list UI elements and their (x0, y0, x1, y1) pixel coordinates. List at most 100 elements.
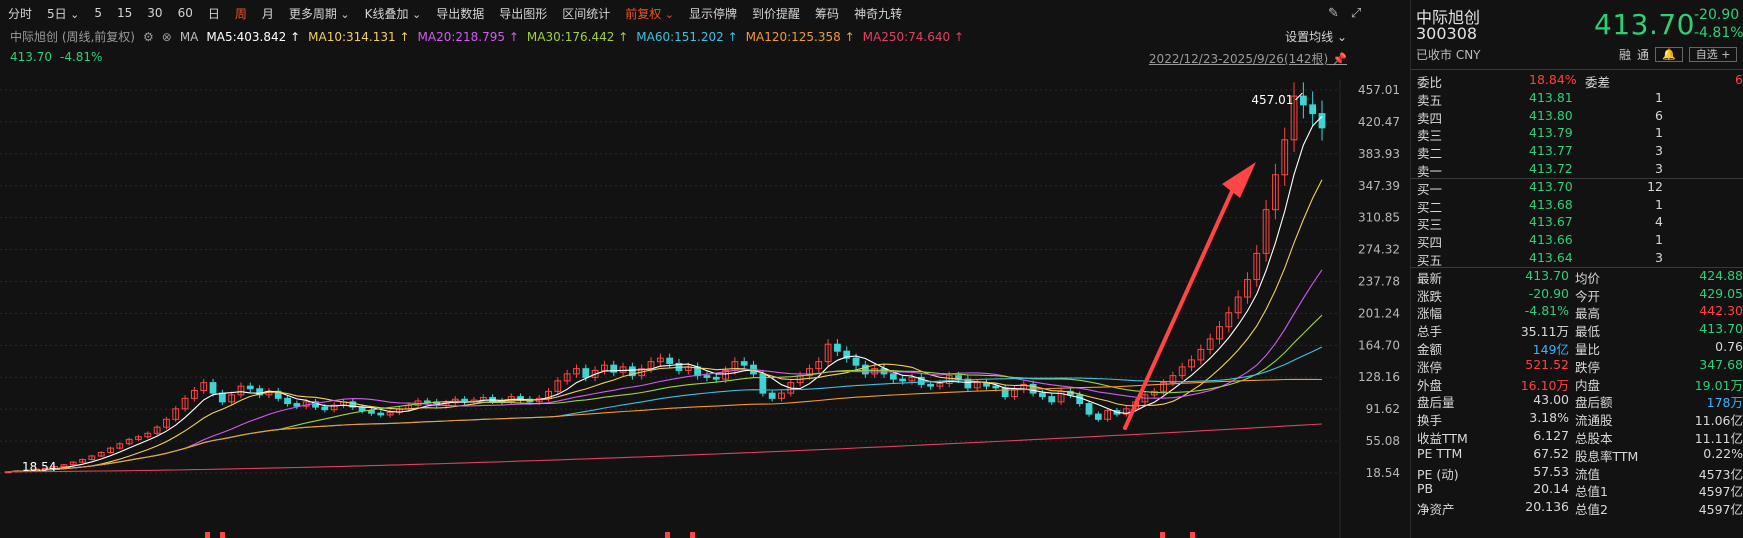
toolbar-item-9[interactable]: 更多周期 (289, 5, 350, 22)
candle-body-67 (628, 366, 636, 377)
stat-row: 收益TTM 6.127 总股本 11.11亿 (1417, 428, 1743, 446)
fullscreen-icon[interactable]: ⤢ (1351, 6, 1361, 21)
candle-body-93 (871, 368, 879, 375)
ask-label: 卖二 (1417, 146, 1443, 162)
date-range[interactable]: 2022/12/23-2025/9/26(142根) 📌 (1149, 50, 1347, 67)
candle-body-36 (340, 401, 347, 406)
chart-title: 中际旭创 (周线,前复权) (10, 30, 135, 44)
candle-body-91 (852, 357, 860, 366)
candle-body-38 (358, 406, 366, 412)
y-tick-9: 128.16 (1358, 370, 1400, 384)
candle-body-94 (880, 368, 888, 375)
date-range-label: 2022/12/23-2025/9/26(142根) (1148, 52, 1329, 66)
candle-body-75 (703, 375, 711, 378)
candle-body-20 (190, 389, 198, 399)
toolbar-item-12[interactable]: 导出图形 (499, 5, 547, 22)
bell-icon[interactable]: 🔔 (1655, 47, 1683, 62)
stat-row: 总手 35.11万 最低 413.70 (1417, 321, 1743, 339)
kline-chart[interactable]: 457.01 420.47 383.93 347.39 310.85 274.32 237.… (0, 0, 1410, 538)
candle-body-59 (554, 380, 562, 392)
set-ma-button[interactable]: 设置均线 ⌄ (1285, 28, 1347, 45)
candle-body-141 (1318, 113, 1326, 129)
candle-body-129 (1206, 338, 1214, 350)
candle-body-65 (610, 364, 618, 373)
candle-body-113 (1057, 390, 1065, 403)
set-ma-label: 设置均线 (1285, 30, 1334, 44)
pen-icon[interactable]: ✎ (1328, 6, 1339, 21)
toolbar-item-17[interactable]: 筹码 (815, 5, 839, 22)
stat-label: 均价 (1575, 270, 1601, 286)
candle-body-31 (293, 403, 301, 407)
stat-value: 4573亿 (1698, 466, 1743, 482)
candle-body-37 (349, 401, 357, 408)
stat-value: 4597亿 (1698, 502, 1743, 518)
candle-body-22 (209, 382, 217, 394)
toolbar-item-8[interactable]: 月 (262, 5, 274, 22)
candle-body-21 (200, 382, 208, 391)
candle-body-58 (545, 390, 552, 399)
candle-body-71 (666, 357, 674, 364)
event-marker-0 (205, 532, 210, 538)
candle-body-5 (51, 465, 58, 469)
toolbar-item-1[interactable]: 5日 (47, 5, 79, 22)
pin-icon[interactable]: 📌 (1332, 52, 1347, 66)
candle-body-74 (694, 366, 702, 377)
candle-body-35 (330, 404, 338, 411)
weibi-row: 委比 18.84% 委差 6 (1417, 72, 1743, 90)
candle-body-18 (172, 408, 180, 420)
toolbar-item-15[interactable]: 显示停牌 (689, 5, 737, 22)
candle-body-8 (79, 458, 86, 463)
toolbar-item-3[interactable]: 15 (117, 6, 132, 20)
toolbar-item-7[interactable]: 周 (235, 5, 247, 22)
weicha-label: 委差 (1585, 75, 1611, 90)
toolbar-item-5[interactable]: 60 (178, 6, 193, 20)
event-marker-3 (690, 532, 695, 538)
bid-volume: 12 (1647, 178, 1663, 194)
close-icon[interactable]: ⊗ (162, 30, 172, 44)
candle-body-13 (125, 438, 133, 445)
ask-row: 卖一 413.72 3 (1417, 161, 1743, 179)
gear-icon[interactable]: ⚙ (143, 30, 154, 44)
add-watchlist-button[interactable]: 自选 + (1688, 47, 1738, 62)
toolbar-item-2[interactable]: 5 (94, 6, 102, 20)
toolbar-item-6[interactable]: 日 (208, 5, 220, 22)
toolbar-item-10[interactable]: K线叠加 (365, 5, 422, 22)
ask-price: 413.79 (1529, 125, 1573, 141)
candle-body-121 (1132, 401, 1140, 410)
stat-label: 总值1 (1575, 484, 1608, 500)
toolbar-item-16[interactable]: 到价提醒 (752, 5, 800, 22)
toolbar-item-13[interactable]: 区间统计 (562, 5, 610, 22)
candle-body-34 (321, 406, 329, 411)
candle-body-130 (1216, 326, 1223, 340)
candle-body-3 (32, 468, 40, 471)
candle-body-81 (759, 373, 767, 394)
stat-label: 总值2 (1575, 502, 1608, 518)
candle-body-107 (1001, 387, 1009, 398)
candle-body-14 (135, 436, 142, 440)
candle-body-122 (1141, 394, 1149, 403)
candle-body-60 (563, 373, 571, 382)
toolbar-item-18[interactable]: 神奇九转 (854, 5, 902, 22)
candle-body-115 (1076, 394, 1084, 405)
candle-body-52 (489, 396, 496, 402)
stat-value: -4.81% (1524, 303, 1569, 319)
y-tick-8: 164.70 (1358, 338, 1400, 352)
candle-body-66 (619, 366, 627, 373)
toolbar-item-14[interactable]: 前复权 (625, 5, 674, 22)
last-price-row: 413.70 -4.81% (10, 50, 102, 64)
toolbar-item-4[interactable]: 30 (147, 6, 162, 20)
stat-value: 57.53 (1533, 463, 1569, 479)
price-change-pct: -4.81% (1694, 25, 1743, 41)
ask-volume: 6 (1655, 107, 1663, 123)
candle-body-108 (1011, 389, 1018, 398)
candle-body-26 (246, 385, 254, 390)
candle-body-39 (368, 410, 375, 414)
candle-body-57 (535, 397, 543, 403)
bid-volume: 3 (1655, 250, 1663, 265)
candle-body-25 (237, 385, 245, 396)
toolbar-item-11[interactable]: 导出数据 (436, 5, 484, 22)
ma-label: MA (179, 29, 199, 44)
stock-code: 300308 (1416, 24, 1478, 43)
event-marker-5 (1190, 532, 1195, 538)
toolbar-item-0[interactable]: 分时 (8, 5, 32, 22)
